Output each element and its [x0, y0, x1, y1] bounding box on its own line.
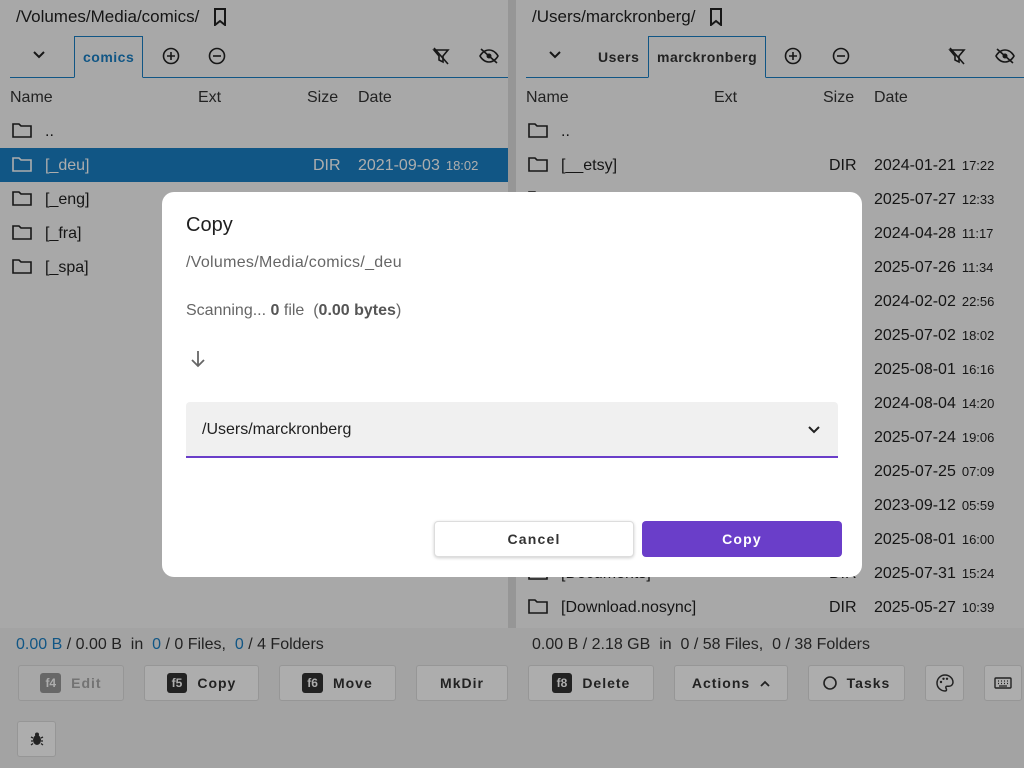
chevron-down-icon — [808, 426, 820, 434]
destination-value: /Users/marckronberg — [202, 421, 352, 438]
copy-dialog: Copy /Volumes/Media/comics/_deu Scanning… — [162, 192, 862, 577]
destination-select[interactable]: /Users/marckronberg — [186, 402, 838, 458]
cancel-button[interactable]: Cancel — [434, 521, 634, 557]
source-path: /Volumes/Media/comics/_deu — [186, 254, 402, 271]
arrow-down-icon — [191, 351, 205, 368]
confirm-copy-button[interactable]: Copy — [642, 521, 842, 557]
scan-status: Scanning... 0 file (0.00 bytes) — [186, 302, 402, 319]
dialog-title: Copy — [186, 214, 233, 236]
